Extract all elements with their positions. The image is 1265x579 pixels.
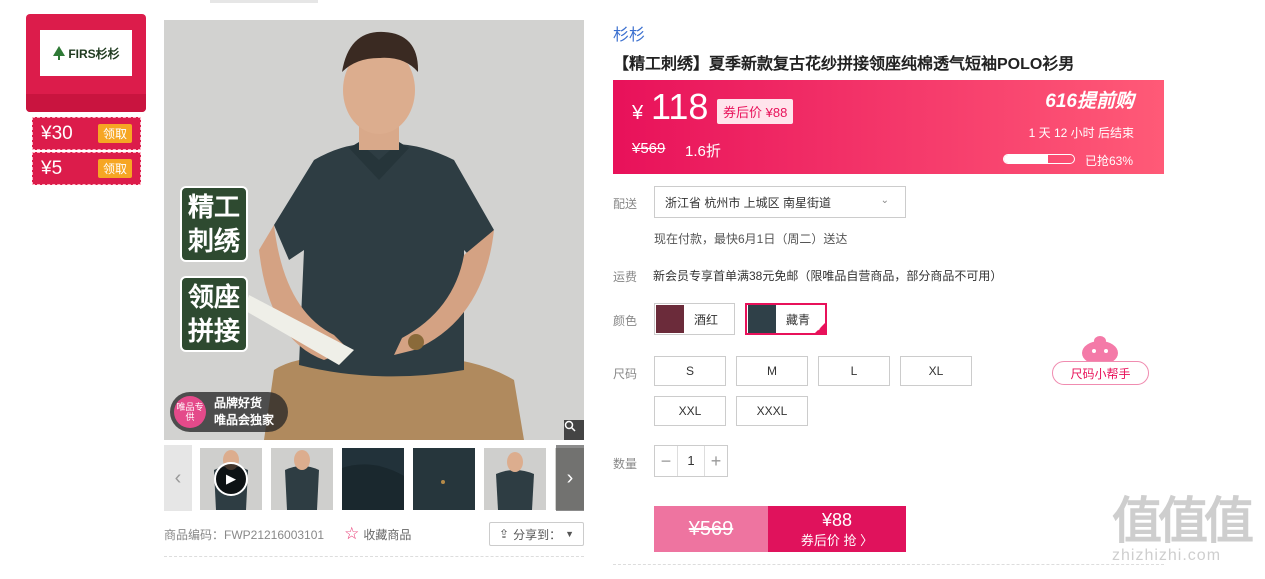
original-price-button[interactable]: ¥569: [654, 506, 768, 552]
play-icon[interactable]: ▶: [214, 462, 248, 496]
tree-icon: [53, 46, 66, 60]
product-code: 商品编码：FWP21216003101: [164, 527, 325, 542]
check-icon: ✓: [813, 321, 827, 335]
shipping-label: 运费: [613, 270, 638, 284]
color-option-label: 酒红: [694, 312, 719, 327]
share-button[interactable]: ⇪ 分享到： ▼: [489, 522, 584, 546]
watermark-logo: 值值值 zhizhizhi.com: [1112, 495, 1262, 575]
size-helper-button[interactable]: 尺码小帮手: [1052, 361, 1149, 385]
size-option-xxxl[interactable]: XXXL: [736, 396, 808, 426]
color-option-wine[interactable]: 酒红: [654, 303, 735, 335]
color-option-label: 藏青: [786, 312, 811, 327]
quantity-input[interactable]: 1: [677, 446, 705, 476]
favorite-label: 收藏商品: [363, 527, 412, 542]
thumbnail-video[interactable]: ▶: [200, 448, 262, 510]
claim-coupon-button[interactable]: 领取: [97, 124, 132, 143]
address-value: 浙江省 杭州市 上城区 南星街道: [665, 195, 832, 210]
share-label: 分享到：: [513, 527, 562, 542]
favorite-button[interactable]: ☆ 收藏商品: [344, 524, 411, 544]
feature-tag-line: 刺绣: [187, 226, 240, 256]
sale-price: 118: [651, 86, 709, 127]
delivery-label: 配送: [613, 197, 638, 211]
thumbnail-image[interactable]: [271, 448, 333, 510]
product-title: 【精工刺绣】夏季新款复古花纱拼接领座纯棉透气短袖POLO衫男: [613, 56, 1075, 73]
sold-progress-bar: [1003, 154, 1075, 164]
color-label: 颜色: [613, 314, 638, 328]
sold-percent: 已抢63%: [1085, 154, 1134, 168]
watermark-text: 值值值: [1112, 491, 1254, 550]
claim-coupon-button[interactable]: 领取: [97, 159, 132, 178]
color-swatch: [748, 305, 776, 333]
coupon-30[interactable]: ¥30 领取: [32, 117, 141, 150]
quantity-label: 数量: [613, 457, 638, 471]
thumbnail-image[interactable]: [413, 448, 475, 510]
buy-label: 券后价 抢 〉: [800, 532, 874, 548]
brand-logo-text: FIRS杉杉: [68, 46, 120, 61]
buy-now-button[interactable]: ¥88 券后价 抢 〉: [768, 506, 906, 552]
coupon-amount: ¥30: [41, 122, 73, 144]
chevron-down-icon: ▼: [565, 529, 574, 539]
feature-tag-collar: 领座 拼接: [180, 276, 248, 352]
buy-price: ¥88: [821, 509, 853, 530]
thumb-prev-arrow-icon[interactable]: ‹: [164, 445, 192, 511]
size-option-xl[interactable]: XL: [900, 356, 972, 386]
discount-rate: 1.6折: [685, 143, 721, 160]
brand-logo[interactable]: FIRS杉杉: [40, 30, 132, 76]
thumbnail-image[interactable]: [342, 448, 404, 510]
share-icon: ⇪: [499, 527, 510, 541]
feature-tag-embroidery: 精工 刺绣: [180, 186, 248, 262]
size-option-m[interactable]: M: [736, 356, 808, 386]
thumb-next-arrow-icon[interactable]: ›: [556, 445, 584, 511]
product-meta-row: 商品编码：FWP21216003101 ☆ 收藏商品 ⇪ 分享到： ▼: [164, 522, 584, 546]
thumbnail-strip: ‹ ▶ ›: [164, 445, 584, 511]
size-option-xxl[interactable]: XXL: [654, 396, 726, 426]
feature-tag-line: 拼接: [187, 316, 240, 346]
size-option-l[interactable]: L: [818, 356, 890, 386]
thumbnail-image[interactable]: [484, 448, 546, 510]
address-select[interactable]: 浙江省 杭州市 上城区 南星街道 ⌄: [654, 186, 906, 218]
vip-circle-icon: 唯品专供: [174, 396, 206, 428]
color-option-navy[interactable]: 藏青 ✓: [745, 303, 827, 335]
feature-tag-line: 领座: [187, 282, 240, 312]
countdown-text: 1 天 12 小时 后结束: [1028, 126, 1134, 140]
divider: [613, 564, 1164, 565]
color-swatch: [656, 305, 684, 333]
size-label: 尺码: [613, 367, 638, 381]
after-coupon-price: 券后价 ¥88: [717, 99, 794, 124]
buy-bar: ¥569 ¥88 券后价 抢 〉: [654, 506, 906, 552]
feature-tag-line: 精工: [187, 192, 240, 222]
original-price: ¥569: [632, 140, 666, 157]
size-option-s[interactable]: S: [654, 356, 726, 386]
price-panel: ¥ 118 券后价 ¥88 ¥569 1.6折 616提前购 1 天 12 小时…: [613, 80, 1164, 174]
star-icon: ☆: [344, 524, 360, 543]
chevron-down-icon: ⌄: [880, 195, 889, 206]
coupon-5[interactable]: ¥5 领取: [32, 152, 141, 185]
zoom-icon[interactable]: [564, 420, 584, 440]
sold-progress-fill: [1004, 155, 1049, 163]
coupon-amount: ¥5: [41, 157, 63, 179]
brand-card-fold: [26, 94, 146, 112]
currency-symbol: ¥: [632, 102, 644, 124]
divider: [164, 556, 584, 557]
delivery-estimate: 现在付款，最快6月1日（周二）送达: [654, 232, 848, 246]
size-helper[interactable]: 尺码小帮手: [1052, 333, 1149, 385]
quantity-plus-button[interactable]: +: [705, 446, 727, 476]
brand-link[interactable]: 杉杉: [613, 21, 645, 45]
shipping-text: 新会员专享首单满38元免邮（限唯品自营商品，部分商品不可用）: [653, 269, 1003, 283]
promo-title: 616提前购: [1045, 91, 1134, 112]
brand-store-card[interactable]: FIRS杉杉: [26, 14, 146, 112]
top-tab-indicator: [210, 0, 318, 3]
vip-badge-line1: 品牌好货: [214, 396, 263, 410]
quantity-minus-button[interactable]: −: [655, 446, 677, 476]
vip-badge-line2: 唯品会独家: [214, 413, 275, 427]
vip-exclusive-badge: 唯品专供 品牌好货 唯品会独家: [170, 392, 288, 432]
quantity-stepper: − 1 +: [654, 445, 728, 477]
main-product-image[interactable]: 精工 刺绣 领座 拼接 唯品专供 品牌好货 唯品会独家: [164, 20, 584, 440]
